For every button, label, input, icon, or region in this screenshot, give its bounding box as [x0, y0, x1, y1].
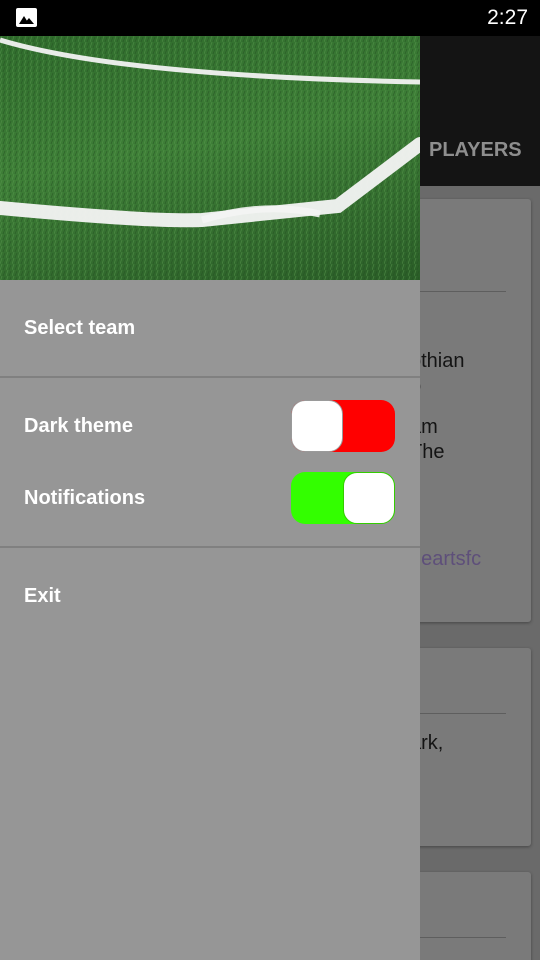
status-time: 2:27	[487, 6, 528, 29]
status-bar: 2:27	[0, 0, 540, 36]
menu-item-dark-theme[interactable]: Dark theme	[24, 415, 133, 438]
switch-thumb	[343, 472, 395, 524]
drawer-header-image	[0, 36, 420, 280]
card-link[interactable]: heartsfc	[410, 548, 481, 571]
navigation-drawer: Select team Dark theme Notifications Exi…	[0, 36, 420, 960]
menu-item-select-team[interactable]: Select team	[24, 317, 135, 340]
menu-item-exit[interactable]: Exit	[24, 585, 61, 608]
dark-theme-switch[interactable]	[291, 400, 395, 452]
image-icon	[16, 8, 37, 27]
card-divider	[410, 713, 506, 714]
news-card[interactable]: othian o am The heartsfc	[410, 199, 531, 622]
drawer-divider	[0, 376, 420, 378]
tab-players[interactable]: PLAYERS	[429, 139, 522, 162]
drawer-divider	[0, 546, 420, 548]
switch-thumb	[291, 400, 343, 452]
news-card[interactable]: ark,	[410, 648, 531, 846]
card-divider	[410, 291, 506, 292]
notifications-switch[interactable]	[291, 472, 395, 524]
menu-item-notifications[interactable]: Notifications	[24, 487, 145, 510]
news-card[interactable]	[410, 872, 531, 960]
card-divider	[410, 937, 506, 938]
